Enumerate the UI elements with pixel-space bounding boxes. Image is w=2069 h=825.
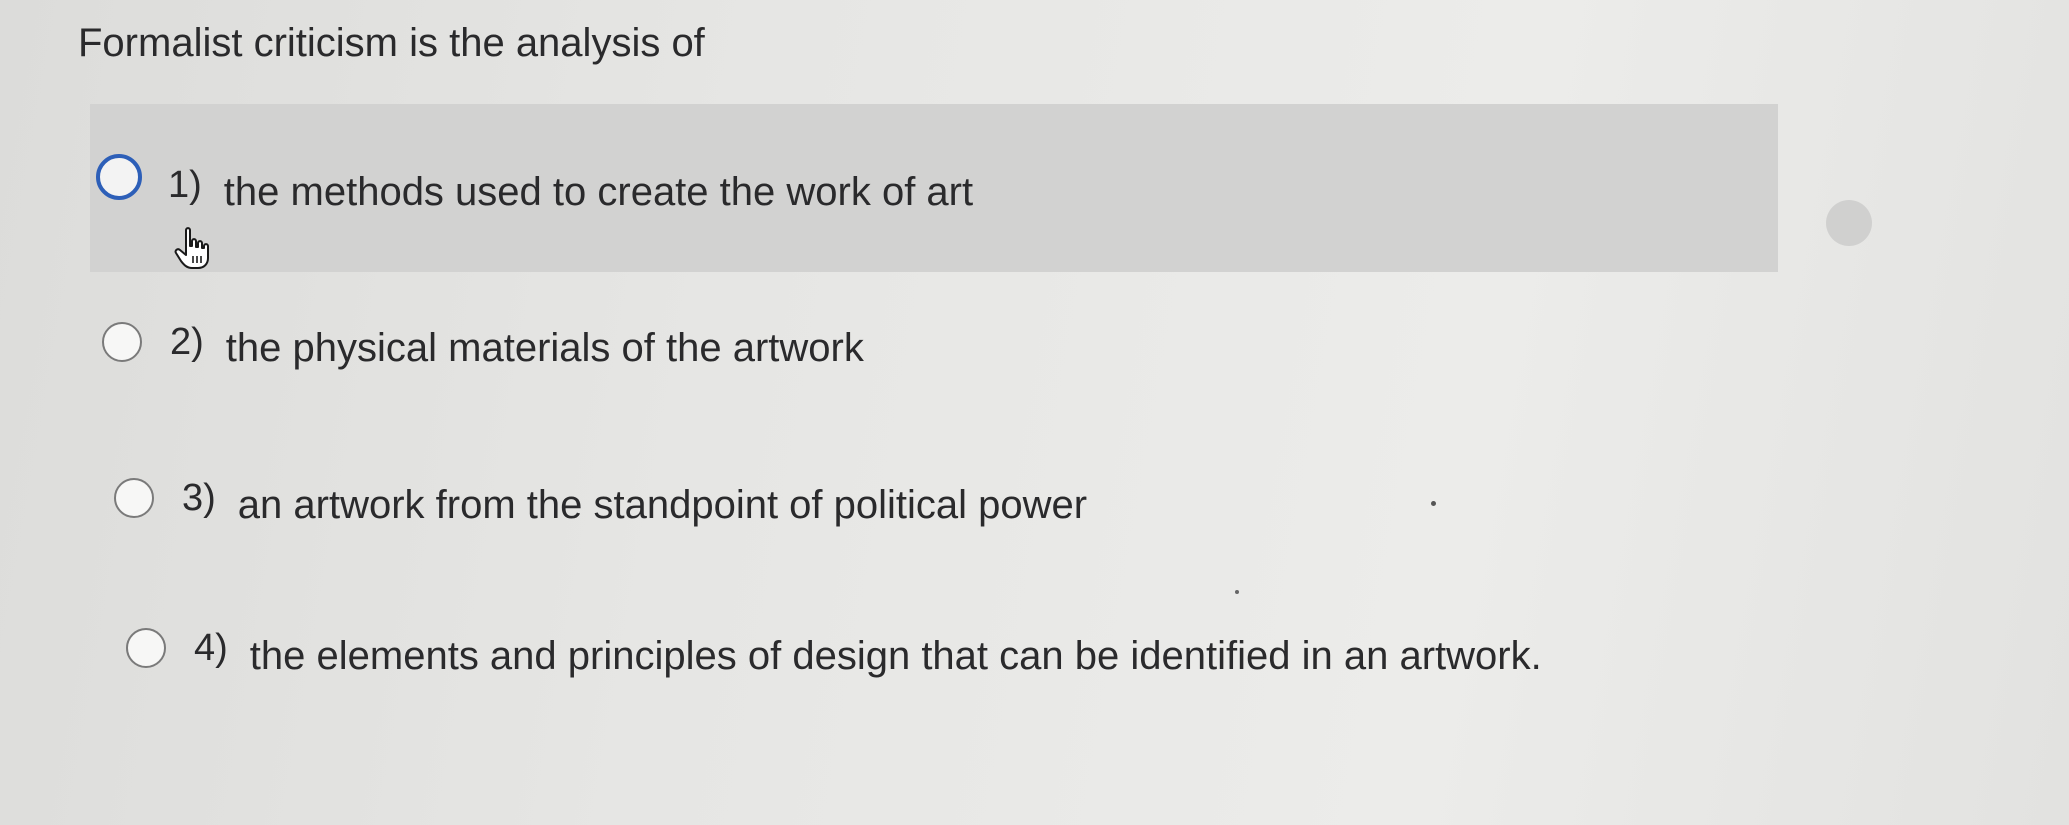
option-2[interactable]: 2) the physical materials of the artwork [102,312,864,372]
option-1-text: the methods used to create the work of a… [223,170,974,214]
option-3-number: 3) [182,476,216,519]
option-2-text: the physical materials of the artwork [225,325,864,370]
question-text: Formalist criticism is the analysis of [78,21,705,65]
screen-speck [1431,501,1436,506]
radio-button-option-3[interactable] [114,478,154,518]
radio-button-option-4[interactable] [126,628,166,668]
option-1-number: 1) [168,164,202,206]
option-3[interactable]: 3) an artwork from the standpoint of pol… [114,468,1087,528]
option-1[interactable]: 1) the methods used to create the work o… [90,104,1778,272]
option-2-number: 2) [170,320,204,363]
option-4-text: the elements and principles of design th… [249,633,1542,678]
screen-smudge [1826,200,1872,246]
option-4-number: 4) [194,626,228,669]
option-3-text: an artwork from the standpoint of politi… [237,482,1088,527]
radio-button-option-1[interactable] [96,154,142,200]
hand-pointer-icon [174,227,209,269]
screen-speck [1235,590,1239,594]
option-4[interactable]: 4) the elements and principles of design… [126,618,1542,678]
radio-button-option-2[interactable] [102,322,142,362]
